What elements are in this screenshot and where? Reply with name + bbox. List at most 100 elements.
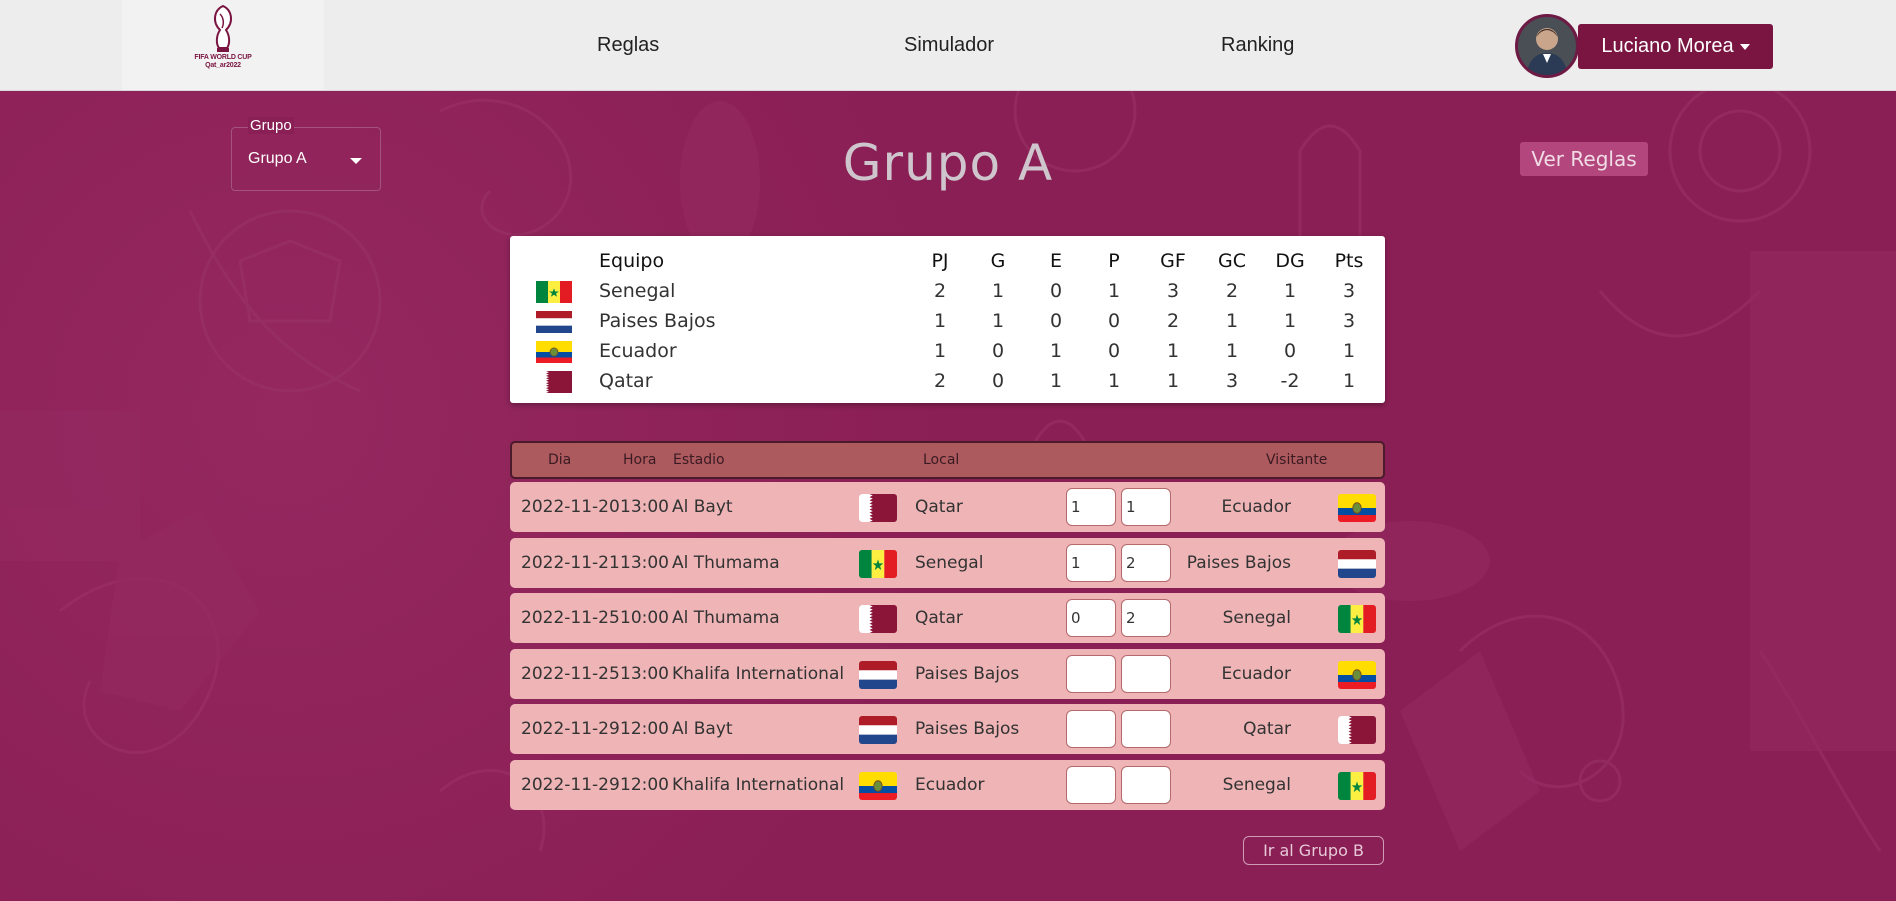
standings-row: Qatar 2 0 1 1 1 3 -2 1 xyxy=(510,366,1385,396)
nav-link-ranking[interactable]: Ranking xyxy=(1221,34,1294,57)
home-score-input[interactable]: 1 xyxy=(1066,488,1116,526)
team-name: Qatar xyxy=(599,370,653,392)
nav-link-simulador[interactable]: Simulador xyxy=(904,34,994,57)
home-score-input[interactable]: 1 xyxy=(1066,543,1116,582)
away-score-input[interactable]: 2 xyxy=(1121,543,1171,582)
logo-line-1: FIFA WORLD CUP xyxy=(194,54,252,61)
match-row: 2022-11-21 13:00 Al Thumama Senegal 1 2 Paises… xyxy=(510,537,1385,588)
away-score-input[interactable] xyxy=(1121,710,1171,748)
netherlands-flag-icon xyxy=(859,716,897,744)
header-gc: GC xyxy=(1218,250,1246,272)
stat-gc: 1 xyxy=(1225,310,1239,332)
stat-pts: 1 xyxy=(1342,370,1356,392)
stat-gf: 1 xyxy=(1166,370,1180,392)
away-team: Senegal xyxy=(1222,774,1291,795)
header-hora: Hora xyxy=(623,452,657,468)
match-time: 13:00 xyxy=(620,663,669,684)
home-team: Qatar xyxy=(915,608,963,628)
ecuador-flag-icon xyxy=(859,771,897,800)
away-score-input[interactable]: 2 xyxy=(1121,599,1171,637)
home-score-input[interactable] xyxy=(1066,710,1116,748)
user-menu-button[interactable]: Luciano Morea xyxy=(1578,24,1773,69)
home-team: Paises Bajos xyxy=(915,663,1020,684)
match-row: 2022-11-29 12:00 Al Bayt Paises Bajos Qatar xyxy=(510,704,1385,754)
standings-table: Equipo PJ G E P GF GC DG Pts Senegal 2 1 0 1… xyxy=(510,236,1385,403)
stat-dg: 0 xyxy=(1283,340,1297,362)
stat-gf: 1 xyxy=(1166,340,1180,362)
qatar-flag-icon xyxy=(536,371,572,393)
senegal-flag-icon xyxy=(859,549,897,578)
match-stadium: Khalifa International xyxy=(672,663,845,684)
ecuador-flag-icon xyxy=(1338,660,1376,689)
qatar-flag-icon xyxy=(859,494,897,522)
stat-dg: 1 xyxy=(1283,310,1297,332)
next-group-button[interactable]: Ir al Grupo B xyxy=(1243,836,1384,865)
match-time: 13:00 xyxy=(620,552,669,573)
home-team: Senegal xyxy=(915,552,984,573)
standings-row: Paises Bajos 1 1 0 0 2 1 1 3 xyxy=(510,306,1385,336)
stat-g: 0 xyxy=(991,340,1005,362)
stat-p: 1 xyxy=(1107,280,1121,302)
match-stadium: Al Thumama xyxy=(672,552,780,573)
home-score-input[interactable] xyxy=(1066,654,1116,693)
stat-e: 1 xyxy=(1049,370,1063,392)
match-time: 12:00 xyxy=(620,774,669,795)
ecuador-flag-icon xyxy=(1338,494,1376,522)
header-pts: Pts xyxy=(1334,250,1364,272)
header-estadio: Estadio xyxy=(673,452,725,468)
nav-link-reglas[interactable]: Reglas xyxy=(597,34,659,57)
netherlands-flag-icon xyxy=(536,311,572,333)
team-name: Ecuador xyxy=(599,340,677,362)
away-team: Qatar xyxy=(1243,719,1291,739)
stat-pj: 2 xyxy=(933,370,947,392)
world-cup-logo[interactable]: FIFA WORLD CUP Qat_ar2022 xyxy=(122,0,324,90)
standings-row: Senegal 2 1 0 1 3 2 1 3 xyxy=(510,276,1385,306)
netherlands-flag-icon xyxy=(859,660,897,689)
match-time: 10:00 xyxy=(620,608,669,628)
stat-e: 0 xyxy=(1049,310,1063,332)
away-score-input[interactable]: 1 xyxy=(1121,488,1171,526)
ecuador-flag-icon xyxy=(536,341,572,363)
stat-pj: 2 xyxy=(933,280,947,302)
senegal-flag-icon xyxy=(1338,605,1376,633)
match-date: 2022-11-29 xyxy=(521,719,620,739)
logo-line-2: Qat_ar2022 xyxy=(205,62,241,69)
qatar-flag-icon xyxy=(859,605,897,633)
away-score-input[interactable] xyxy=(1121,765,1171,804)
stat-g: 1 xyxy=(991,280,1005,302)
stat-p: 0 xyxy=(1107,310,1121,332)
matches-header-row: Dia Hora Estadio Local Visitante xyxy=(510,441,1385,479)
stat-dg: 1 xyxy=(1283,280,1297,302)
avatar[interactable] xyxy=(1515,14,1579,78)
home-team: Qatar xyxy=(915,497,963,517)
home-score-input[interactable]: 0 xyxy=(1066,599,1116,637)
header-local: Local xyxy=(923,452,960,468)
stat-gc: 2 xyxy=(1225,280,1239,302)
match-date: 2022-11-29 xyxy=(521,774,620,795)
match-row: 2022-11-29 12:00 Khalifa International Ecua… xyxy=(510,759,1385,810)
standings-header-row: Equipo PJ G E P GF GC DG Pts xyxy=(510,246,1385,276)
away-score-input[interactable] xyxy=(1121,654,1171,693)
away-team: Paises Bajos xyxy=(1186,552,1291,573)
senegal-flag-icon xyxy=(536,281,572,303)
match-stadium: Khalifa International xyxy=(672,774,845,795)
match-time: 13:00 xyxy=(620,497,669,517)
stat-dg: -2 xyxy=(1280,370,1300,392)
group-select-label: Grupo xyxy=(248,117,294,134)
match-date: 2022-11-20 xyxy=(521,497,620,517)
header-p: P xyxy=(1108,250,1120,272)
view-rules-button[interactable]: Ver Reglas xyxy=(1520,142,1648,176)
senegal-flag-icon xyxy=(1338,771,1376,800)
match-stadium: Al Thumama xyxy=(672,608,780,628)
header-dg: DG xyxy=(1275,250,1305,272)
stat-pts: 3 xyxy=(1342,280,1356,302)
stat-e: 0 xyxy=(1049,280,1063,302)
match-date: 2022-11-25 xyxy=(521,663,620,684)
match-date: 2022-11-21 xyxy=(521,552,620,573)
stat-p: 1 xyxy=(1107,370,1121,392)
match-stadium: Al Bayt xyxy=(672,497,733,517)
stat-pj: 1 xyxy=(933,340,947,362)
home-score-input[interactable] xyxy=(1066,765,1116,804)
match-row: 2022-11-25 10:00 Al Thumama Qatar 0 2 Senegal xyxy=(510,593,1385,643)
match-time: 12:00 xyxy=(620,719,669,739)
